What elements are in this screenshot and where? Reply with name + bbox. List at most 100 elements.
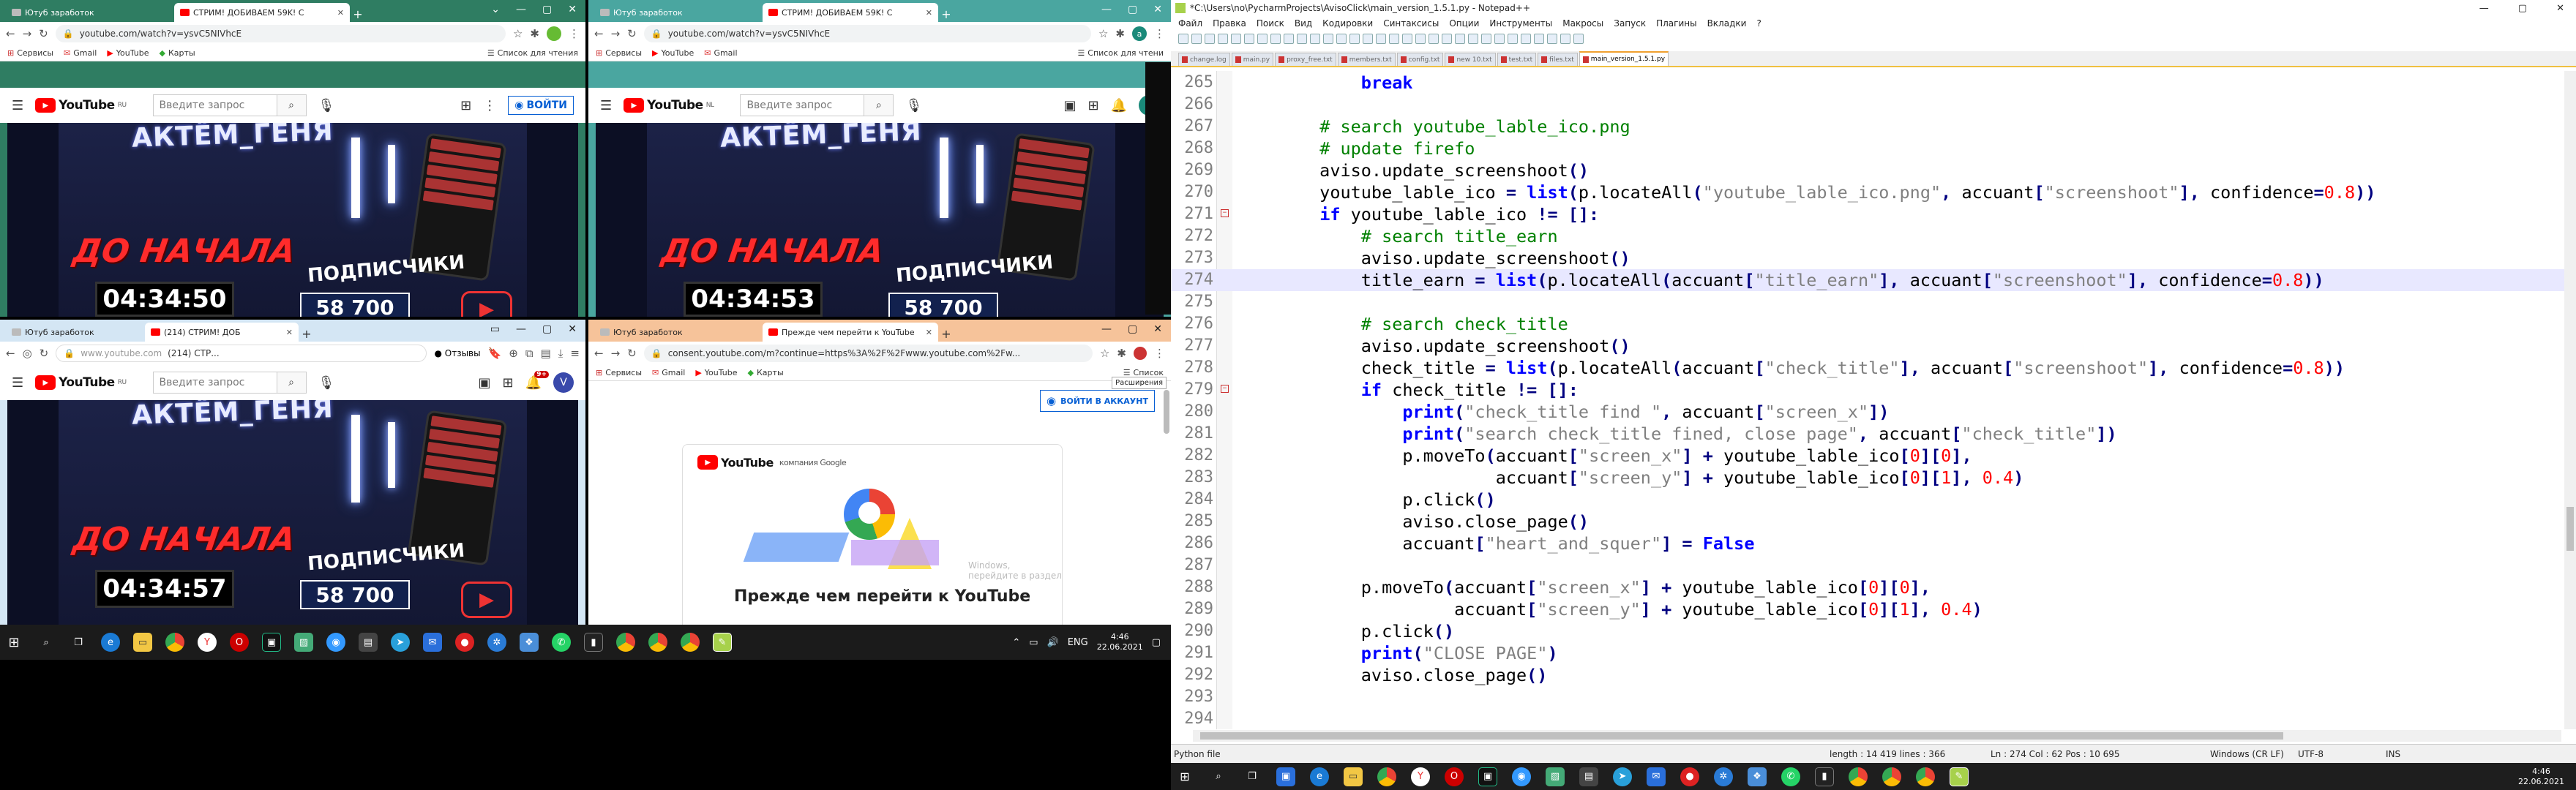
reload-icon[interactable]: ↻ <box>40 347 49 360</box>
terminal-icon[interactable]: ▮ <box>584 633 603 652</box>
create-video-icon[interactable]: ▣ <box>478 375 490 391</box>
indent-guide-icon[interactable] <box>1442 34 1452 44</box>
terminal-icon[interactable]: ▮ <box>1815 767 1834 786</box>
mic-icon[interactable]: 🎙 <box>318 98 335 113</box>
file-tab[interactable]: members.txt <box>1337 53 1396 66</box>
mic-icon[interactable]: 🎙 <box>318 375 335 391</box>
task-view-icon[interactable]: ❐ <box>69 633 88 652</box>
maximize-button[interactable]: ▢ <box>1128 4 1137 15</box>
all-chars-icon[interactable] <box>1429 34 1439 44</box>
close-tab-icon[interactable]: ✕ <box>337 8 344 18</box>
forward-icon[interactable]: → <box>23 27 32 40</box>
bookmark-maps[interactable]: ◆ Карты <box>160 48 195 58</box>
collections-icon[interactable]: ▭ <box>490 323 500 335</box>
tray-chevron-icon[interactable]: ⌃ <box>1012 637 1020 648</box>
menu-icon[interactable]: ⋮ <box>569 27 580 40</box>
monitor-icon[interactable] <box>1508 34 1518 44</box>
create-video-icon[interactable]: ▣ <box>1063 98 1076 113</box>
close-window-button[interactable]: ✕ <box>1153 323 1162 335</box>
reading-list[interactable]: ☰ Список для чтения <box>487 48 578 58</box>
menu-item[interactable]: Макросы <box>1562 18 1603 29</box>
chrome-icon[interactable] <box>616 633 635 652</box>
mic-icon[interactable]: 🎙 <box>905 98 922 113</box>
play-multi-icon[interactable] <box>1560 34 1570 44</box>
extensions-icon[interactable]: ⊕ <box>509 347 518 360</box>
search-icon[interactable]: ⌕ <box>277 372 307 394</box>
forward-icon[interactable]: → <box>611 347 621 360</box>
search-input[interactable]: Введите запрос <box>740 94 865 116</box>
new-tab-button[interactable]: + <box>299 326 315 342</box>
lang-icon[interactable] <box>1455 34 1465 44</box>
email-icon[interactable]: ✉ <box>1647 767 1666 786</box>
star-icon[interactable]: ☆ <box>1100 347 1109 360</box>
edge-icon[interactable]: e <box>101 633 120 652</box>
file-tab[interactable]: files.txt <box>1538 53 1578 66</box>
forward-icon[interactable]: → <box>611 27 621 40</box>
bookmark-apps[interactable]: ⊞ Сервисы <box>596 48 642 58</box>
file-tab[interactable]: test.txt <box>1497 53 1537 66</box>
app-icon[interactable]: ▤ <box>359 633 378 652</box>
tab-active[interactable]: Прежде чем перейти к YouTube ✕ <box>763 323 938 342</box>
apps-icon[interactable]: ⊞ <box>460 98 471 113</box>
yandex-icon[interactable]: Y <box>1411 767 1430 786</box>
minimize-button[interactable]: — <box>516 323 526 335</box>
explorer-icon[interactable]: ▭ <box>1344 767 1363 786</box>
messenger-icon[interactable]: ◉ <box>326 633 345 652</box>
hamburger-icon[interactable]: ☰ <box>12 98 23 113</box>
store-icon[interactable]: ▣ <box>1276 767 1295 786</box>
photos-icon[interactable]: ▨ <box>294 633 313 652</box>
menu-item[interactable]: Плагины <box>1656 18 1696 29</box>
tab-inactive[interactable]: Ютуб заработок <box>594 323 763 342</box>
collections-button[interactable]: ⧉ <box>525 347 533 360</box>
redo-icon[interactable] <box>1323 34 1333 44</box>
menu-icon[interactable]: ⋮ <box>1154 27 1165 40</box>
close-tab-icon[interactable]: ✕ <box>926 328 932 337</box>
profile-avatar[interactable] <box>1134 347 1147 360</box>
minimize-button[interactable]: — <box>1101 4 1112 15</box>
extensions-icon[interactable]: ✱ <box>1115 27 1125 40</box>
download-icon[interactable]: ⤓ <box>558 347 564 360</box>
account-avatar[interactable]: V <box>553 372 574 393</box>
menu-item[interactable]: Запуск <box>1614 18 1646 29</box>
code-editor[interactable]: 265 break 266 267 # search youtube_lable_i… <box>1171 71 2576 729</box>
cut-icon[interactable] <box>1270 34 1281 44</box>
menu-item[interactable]: Опции <box>1449 18 1479 29</box>
apps-icon[interactable]: ⊞ <box>502 375 513 391</box>
print-icon[interactable] <box>1257 34 1268 44</box>
notifications-icon[interactable]: ▢ <box>1152 637 1161 648</box>
tab-active[interactable]: СТРИМ! ДОБИВАЕМ 59K! C ✕ <box>763 3 938 22</box>
file-tab[interactable]: proxy_free.txt <box>1275 53 1336 66</box>
chrome-icon[interactable] <box>681 633 700 652</box>
close-tab-icon[interactable]: ✕ <box>926 8 932 18</box>
search-icon[interactable]: ⌕ <box>277 94 307 116</box>
menu-item[interactable]: Кодировки <box>1322 18 1373 29</box>
youtube-logo[interactable]: ▶ YouTube RU <box>35 98 127 113</box>
photos-icon[interactable]: ▨ <box>1546 767 1565 786</box>
messenger-icon[interactable]: ◉ <box>1512 767 1531 786</box>
network-app-icon[interactable]: ✲ <box>1714 767 1733 786</box>
file-tab[interactable]: config.txt <box>1396 53 1444 66</box>
start-icon[interactable]: ⊞ <box>1175 767 1194 786</box>
close-window-button[interactable]: ✕ <box>1153 4 1162 15</box>
bookmark-apps[interactable]: ⊞ Сервисы <box>596 368 642 377</box>
tab-active[interactable]: СТРИМ! ДОБИВАЕМ 59K! С ✕ <box>174 3 350 22</box>
explorer-icon[interactable]: ▭ <box>133 633 152 652</box>
pycharm-icon[interactable]: ▣ <box>1478 767 1497 786</box>
reload-icon[interactable]: ↻ <box>627 347 637 360</box>
menu-item[interactable]: Синтаксисы <box>1383 18 1439 29</box>
back-icon[interactable]: ← <box>6 347 15 360</box>
menu-item[interactable]: Поиск <box>1257 18 1284 29</box>
maximize-button[interactable]: ▢ <box>542 4 552 15</box>
bookmark-youtube[interactable]: ▶ YouTube <box>107 48 149 58</box>
search-icon[interactable]: ⌕ <box>37 633 56 652</box>
youtube-logo[interactable]: ▶ YouTube NL <box>624 98 714 113</box>
network-app-icon[interactable]: ✲ <box>487 633 506 652</box>
reading-list[interactable]: ☰ Список для чтени <box>1077 48 1164 58</box>
close-all-icon[interactable] <box>1244 34 1254 44</box>
tab-inactive[interactable]: Ютуб заработок <box>6 3 174 22</box>
omnibox[interactable]: 🔒 youtube.com/watch?v=ysvC5NIVhcE <box>643 25 1091 42</box>
notepadpp-icon[interactable]: ✎ <box>1950 767 1969 786</box>
folder-icon[interactable] <box>1494 34 1505 44</box>
file-tab[interactable]: new 10.txt <box>1445 53 1496 66</box>
chrome-icon[interactable] <box>1916 767 1935 786</box>
